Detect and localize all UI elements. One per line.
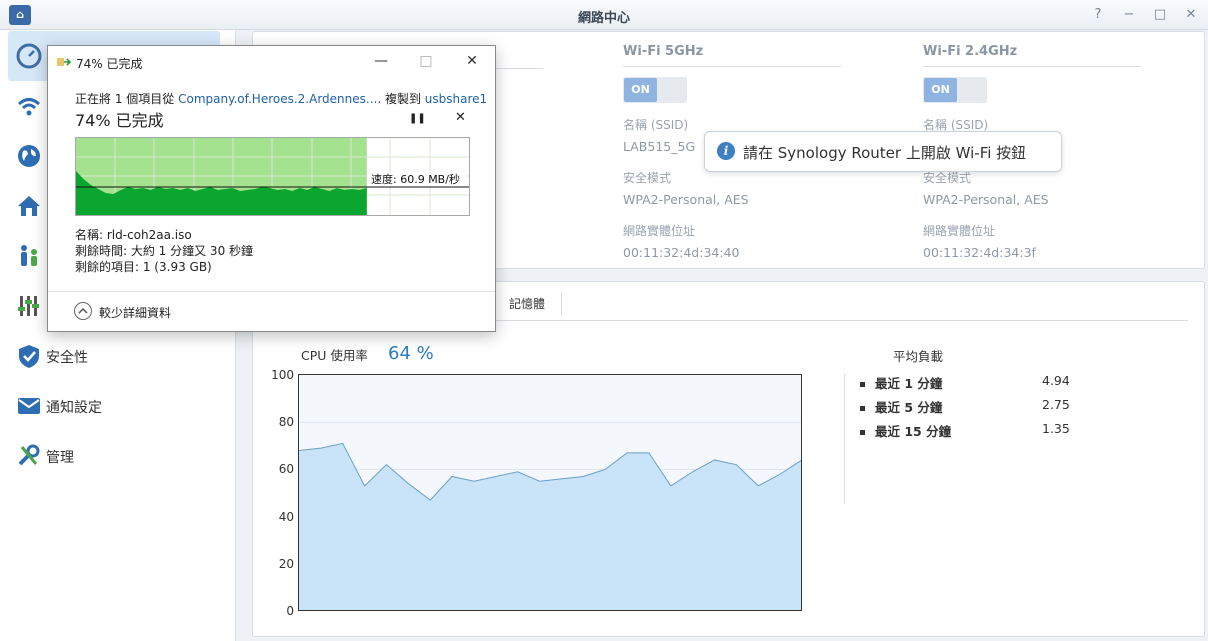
wifi-icon [17,98,41,116]
y-tick-label: 40 [278,510,294,524]
envelope-icon [18,398,40,414]
fewer-details-link[interactable]: 較少詳細資料 [99,304,171,321]
sidebar-item-security[interactable]: 安全性 [8,331,220,381]
security-value: WPA2-Personal, AES [923,192,1049,207]
source-link[interactable]: Company.of.Heroes.2.Ardennes.... [178,92,381,106]
dialog-maximize-icon: □ [419,53,433,69]
wifi-24ghz-toggle[interactable]: ON [923,77,987,103]
wifi-24ghz-header: Wi-Fi 2.4GHz [923,44,1141,67]
y-tick-label: 20 [278,557,294,571]
sidebar-item-notification[interactable]: 通知設定 [8,381,220,431]
sidebar-item-label: 安全性 [46,350,88,366]
column-divider [844,374,845,504]
dialog-footer: 較少詳細資料 [48,291,495,331]
y-tick-label: 80 [278,415,294,429]
transfer-speed-graph: 速度: 60.9 MB/秒 [75,137,470,216]
file-name: 名稱: rld-coh2aa.iso [75,228,192,242]
help-icon[interactable]: ? [1088,5,1108,25]
cpu-usage-label: CPU 使用率 [301,348,368,363]
minimize-icon[interactable]: − [1119,5,1139,25]
cancel-button[interactable]: ✕ [455,110,466,125]
family-icon [21,245,37,266]
load-15min-label: 最近 15 分鐘 [860,421,951,440]
tab-memory[interactable]: 記憶體 [509,295,545,312]
mac-label: 網路實體位址 [623,224,696,238]
copy-description: 正在將 1 個項目從 Company.of.Heroes.2.Ardennes.… [75,92,488,106]
mac-value: 00:11:32:4d:34:40 [623,245,740,260]
title-bar: ⌂ 網路中心 ? − □ ✕ [0,0,1208,30]
dialog-minimize-icon[interactable]: — [368,51,394,71]
time-remaining: 剩餘時間: 大約 1 分鐘又 30 秒鐘 [75,244,254,258]
load-1min-value: 4.94 [1042,373,1070,388]
mac-label: 網路實體位址 [923,224,996,238]
wifi-button-tooltip: i 請在 Synology Router 上開啟 Wi-Fi 按鈕 [704,131,1062,172]
dialog-title: 74% 已完成 [76,57,143,71]
home-icon [18,196,40,216]
tab-separator [561,292,562,316]
load-5min-label: 最近 5 分鐘 [860,397,942,416]
progress-heading: 74% 已完成 [75,111,164,130]
gauge-icon [16,43,42,69]
shield-icon [19,345,39,368]
cpu-usage-value: 64 % [388,343,434,364]
copy-icon [57,58,71,66]
cpu-usage-chart [298,374,803,611]
close-icon[interactable]: ✕ [1181,5,1201,25]
sliders-icon [18,296,39,316]
load-1min-label: 最近 1 分鐘 [860,373,942,392]
file-copy-dialog: 74% 已完成 — □ ✕ 正在將 1 個項目從 Company.of.Hero… [47,45,496,332]
y-tick-label: 100 [271,368,294,382]
load-15min-value: 1.35 [1042,421,1070,436]
globe-icon [18,145,40,167]
y-tick-label: 60 [278,462,294,476]
y-tick-label: 0 [286,604,294,618]
info-icon: i [717,142,735,160]
tooltip-text: 請在 Synology Router 上開啟 Wi-Fi 按鈕 [743,144,1027,162]
wifi-5ghz-header: Wi-Fi 5GHz [623,44,841,67]
items-remaining: 剩餘的項目: 1 (3.93 GB) [75,260,212,274]
sidebar-item-label: 管理 [46,450,74,466]
dialog-close-icon[interactable]: ✕ [459,51,485,71]
mac-value: 00:11:32:4d:34:3f [923,245,1036,260]
sidebar-item-administration[interactable]: 管理 [8,431,220,481]
tools-icon [18,444,40,466]
load-5min-value: 2.75 [1042,397,1070,412]
window-title: 網路中心 [577,11,630,26]
sidebar-item-label: 通知設定 [46,400,102,416]
chevron-up-icon[interactable] [74,302,92,320]
security-value: WPA2-Personal, AES [623,192,749,207]
destination-link[interactable]: usbshare1 [425,92,487,106]
speed-label: 速度: 60.9 MB/秒 [371,172,460,186]
maximize-icon[interactable]: □ [1150,5,1170,25]
wifi-5ghz-toggle[interactable]: ON [623,77,687,103]
load-average-title: 平均負載 [893,349,944,364]
pause-button[interactable]: ❚❚ [409,113,426,124]
